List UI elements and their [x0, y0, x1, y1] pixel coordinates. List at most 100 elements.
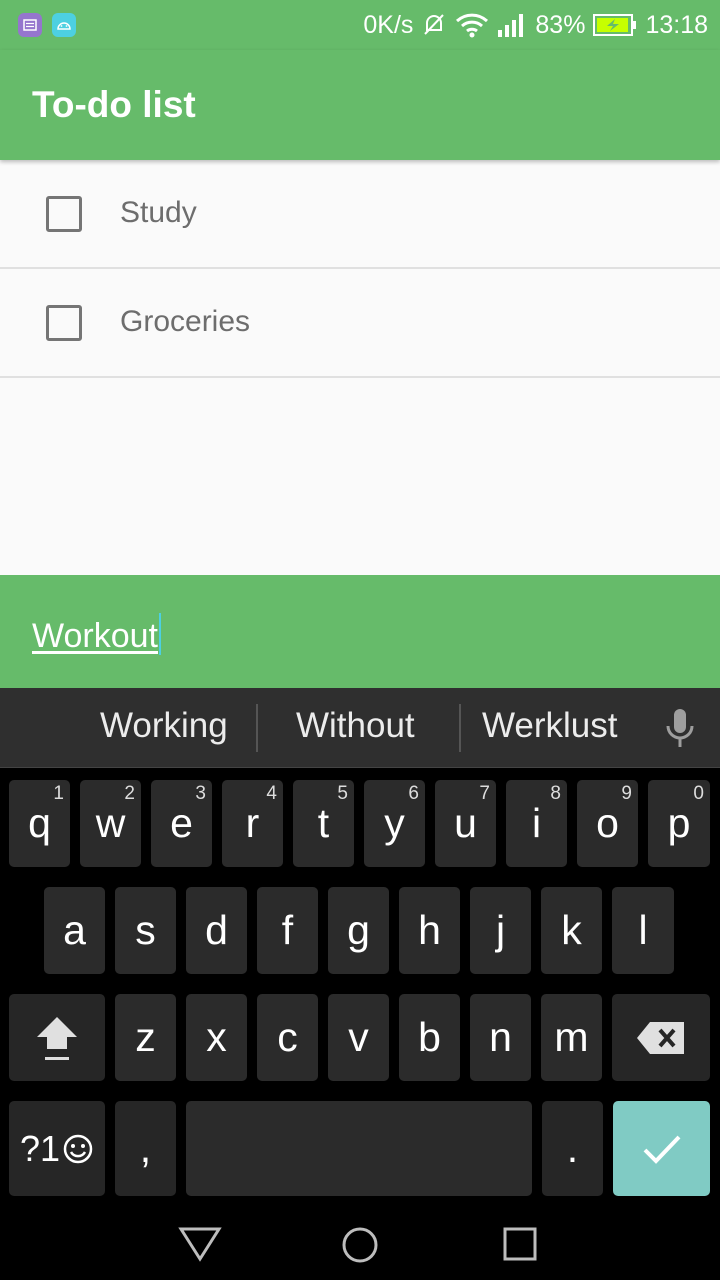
home-button[interactable]: [341, 1226, 379, 1269]
key-hint: 5: [337, 783, 348, 804]
new-todo-input-value: Workout: [32, 617, 158, 655]
key-label: j: [495, 907, 506, 953]
new-todo-bar: Workout: [0, 575, 720, 688]
shift-arrow-icon: [37, 1016, 77, 1060]
key-u[interactable]: u7: [435, 780, 496, 867]
shift-key[interactable]: [9, 994, 105, 1081]
key-label: s: [135, 907, 156, 953]
key-hint: 8: [550, 783, 561, 804]
key-l[interactable]: l: [612, 887, 674, 974]
key-label: l: [638, 907, 648, 953]
key-label: w: [95, 800, 126, 846]
todo-checkbox[interactable]: [46, 196, 82, 232]
key-s[interactable]: s: [115, 887, 176, 974]
backspace-key[interactable]: [612, 994, 710, 1081]
key-v[interactable]: v: [328, 994, 389, 1081]
key-t[interactable]: t5: [293, 780, 354, 867]
key-q[interactable]: q1: [9, 780, 70, 867]
recents-square-icon: [503, 1227, 537, 1261]
key-y[interactable]: y6: [364, 780, 425, 867]
key-hint: 4: [266, 783, 277, 804]
key-label: k: [561, 907, 582, 953]
clock: 13:18: [645, 10, 708, 39]
key-label: i: [531, 800, 542, 846]
key-hint: 9: [621, 783, 632, 804]
key-g[interactable]: g: [328, 887, 389, 974]
soft-keyboard: Working Without Werklust q1 w2 e3 r4 t5 …: [0, 688, 720, 1206]
key-label: x: [206, 1014, 227, 1060]
symbols-key[interactable]: ?1: [9, 1101, 105, 1196]
suggestion-divider: [256, 704, 258, 752]
key-hint: 2: [124, 783, 135, 804]
suggestion-item[interactable]: Werklust: [482, 706, 618, 746]
page-title: To-do list: [32, 84, 196, 125]
key-label: h: [418, 907, 441, 953]
app-bar: To-do list: [0, 50, 720, 160]
key-label: t: [317, 800, 330, 846]
key-w[interactable]: w2: [80, 780, 141, 867]
key-r[interactable]: r4: [222, 780, 283, 867]
key-label: u: [454, 800, 477, 846]
key-label: m: [554, 1014, 589, 1060]
new-todo-input[interactable]: Workout: [32, 613, 161, 656]
key-label: f: [281, 907, 294, 953]
back-triangle-icon: [178, 1227, 222, 1262]
suggestion-strip: Working Without Werklust: [0, 688, 720, 768]
key-d[interactable]: d: [186, 887, 247, 974]
key-hint: 3: [195, 783, 206, 804]
comma-key[interactable]: ,: [115, 1101, 176, 1196]
key-label: o: [596, 800, 619, 846]
suggestion-item[interactable]: Without: [296, 706, 415, 746]
period-key[interactable]: .: [542, 1101, 603, 1196]
key-c[interactable]: c: [257, 994, 318, 1081]
key-label: c: [277, 1014, 298, 1060]
key-o[interactable]: o9: [577, 780, 638, 867]
todo-label: Study: [120, 196, 197, 229]
key-x[interactable]: x: [186, 994, 247, 1081]
key-a[interactable]: a: [44, 887, 105, 974]
microphone-icon[interactable]: [664, 708, 696, 753]
key-h[interactable]: h: [399, 887, 460, 974]
text-cursor: [158, 613, 161, 655]
back-button[interactable]: [178, 1226, 222, 1267]
signal-icon: [497, 12, 527, 38]
status-bar: 0K/s 83% 13:18: [0, 0, 720, 50]
key-k[interactable]: k: [541, 887, 602, 974]
space-key[interactable]: [186, 1101, 532, 1196]
todo-checkbox[interactable]: [46, 305, 82, 341]
key-label: n: [489, 1014, 512, 1060]
todo-label: Groceries: [120, 305, 251, 338]
key-label: z: [135, 1014, 156, 1060]
key-b[interactable]: b: [399, 994, 460, 1081]
key-z[interactable]: z: [115, 994, 176, 1081]
key-label: ,: [139, 1125, 152, 1171]
key-f[interactable]: f: [257, 887, 318, 974]
key-hint: 0: [693, 783, 704, 804]
key-label: y: [384, 800, 405, 846]
key-e[interactable]: e3: [151, 780, 212, 867]
key-m[interactable]: m: [541, 994, 602, 1081]
key-n[interactable]: n: [470, 994, 531, 1081]
checkmark-icon: [643, 1135, 680, 1164]
suggestion-item[interactable]: Working: [100, 706, 228, 746]
emoji-icon: [63, 1134, 93, 1163]
navigation-bar: [0, 1206, 720, 1280]
todo-item[interactable]: Study: [0, 160, 720, 269]
key-i[interactable]: i8: [506, 780, 567, 867]
suggestion-divider: [459, 704, 461, 752]
recents-button[interactable]: [503, 1226, 537, 1267]
key-label: .: [566, 1125, 579, 1171]
key-label: b: [418, 1014, 441, 1060]
key-label: e: [170, 800, 193, 846]
key-hint: 7: [479, 783, 490, 804]
mute-icon: [421, 12, 447, 38]
key-p[interactable]: p0: [648, 780, 710, 867]
notification-app-icon: [18, 13, 42, 37]
key-j[interactable]: j: [470, 887, 531, 974]
key-label: g: [347, 907, 370, 953]
key-label: v: [348, 1014, 369, 1060]
todo-item[interactable]: Groceries: [0, 269, 720, 378]
battery-percent: 83%: [535, 10, 586, 39]
done-key[interactable]: [613, 1101, 710, 1196]
battery-charging-icon: [593, 13, 637, 37]
